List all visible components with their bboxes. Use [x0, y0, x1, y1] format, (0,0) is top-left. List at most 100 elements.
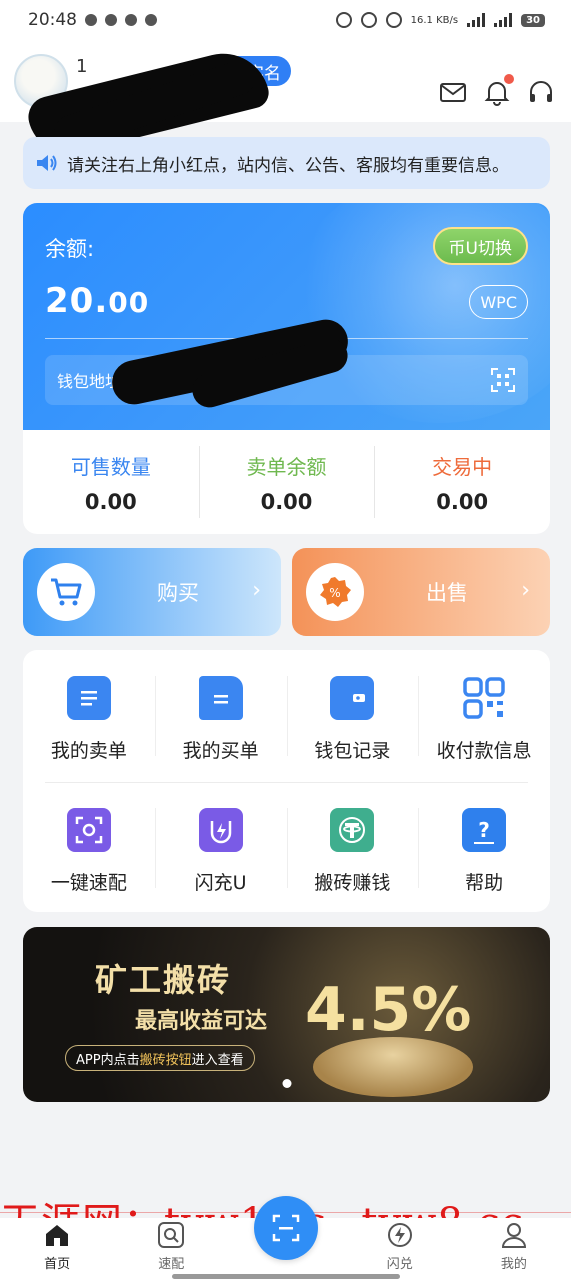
- app-icon: [105, 14, 117, 26]
- status-time: 20:48: [28, 10, 77, 30]
- chat-icon: [85, 14, 97, 26]
- pedestal-decoration: [313, 1037, 473, 1097]
- brick-earn-button[interactable]: 搬砖赚钱: [286, 800, 419, 920]
- grid-label: 我的卖单: [50, 740, 127, 762]
- feature-grid: 我的卖单 我的买单 钱包记录 收付款信息 一键速配 闪充U 搬砖赚钱 ? 帮助: [23, 650, 550, 912]
- net-speed: 16.1 KB/s: [410, 14, 459, 26]
- tab-label: 闪兑: [386, 1257, 413, 1272]
- flash-charge-button[interactable]: 闪充U: [154, 800, 287, 920]
- scan-center-icon: [272, 1214, 300, 1242]
- message-icon: [125, 14, 137, 26]
- divider: [45, 782, 528, 783]
- banner-rate: 4.5%: [305, 975, 472, 1045]
- balance-amount-main: 20.: [45, 281, 109, 321]
- svg-text:?: ?: [478, 818, 490, 842]
- stat-sell-balance[interactable]: 卖单余额 0.00: [198, 430, 375, 534]
- document-list-icon: [66, 676, 111, 720]
- flash-exchange-icon: [387, 1223, 412, 1247]
- user-icon: [501, 1223, 526, 1248]
- tab-mine[interactable]: 我的: [457, 1218, 571, 1280]
- cart-icon: [37, 563, 95, 621]
- mail-status-icon: [145, 14, 157, 26]
- currency-button[interactable]: WPC: [469, 285, 528, 319]
- tether-icon: [330, 808, 375, 852]
- grid-label: 搬砖赚钱: [314, 872, 391, 894]
- grid-label: 钱包记录: [314, 740, 391, 762]
- balance-amount-decimal: 00: [108, 286, 150, 319]
- my-buy-orders-button[interactable]: 我的买单: [154, 668, 287, 788]
- match-search-icon: [158, 1222, 185, 1248]
- home-indicator: [172, 1274, 400, 1279]
- notice-bar[interactable]: 请关注右上角小红点，站内信、公告、客服均有重要信息。: [23, 137, 550, 189]
- stats-row: 可售数量 0.00 卖单余额 0.00 交易中 0.00: [23, 430, 550, 534]
- balance-amount: 20.00: [45, 281, 149, 321]
- stat-trading[interactable]: 交易中 0.00: [374, 430, 550, 534]
- chevron-right-icon: ›: [252, 578, 261, 603]
- stat-label: 交易中: [432, 454, 493, 479]
- promo-banner[interactable]: 矿工搬砖 最高收益可达 4.5% APP内点击 搬砖按钮 进入查看: [23, 927, 550, 1102]
- carousel-dot[interactable]: [282, 1079, 291, 1088]
- quick-match-button[interactable]: 一键速配: [23, 800, 155, 920]
- moon-icon: [385, 12, 402, 28]
- balance-label: 余额:: [45, 237, 95, 261]
- mute-icon: [360, 12, 377, 28]
- user-header: 1 币 ✓ 已实名: [0, 40, 571, 163]
- notification-dot: [504, 74, 514, 84]
- headset-icon[interactable]: [527, 78, 555, 106]
- tab-label: 我的: [500, 1257, 527, 1272]
- qr-code-icon: [462, 676, 507, 720]
- grid-label: 帮助: [465, 872, 504, 894]
- signal-icon: [467, 13, 486, 27]
- banner-hint-suffix: 进入查看: [191, 1052, 244, 1068]
- stat-label: 卖单余额: [246, 454, 327, 479]
- coin-u-switch-button[interactable]: 币U切换: [432, 227, 528, 265]
- stat-sellable[interactable]: 可售数量 0.00: [23, 430, 199, 534]
- banner-hint-highlight: 搬砖按钮: [139, 1052, 192, 1068]
- grid-label: 收付款信息: [436, 740, 532, 762]
- scan-center-button[interactable]: [254, 1196, 318, 1260]
- buy-button[interactable]: 购买 ›: [23, 548, 281, 636]
- tab-match[interactable]: 速配: [114, 1218, 228, 1280]
- qr-scan-icon[interactable]: [490, 367, 516, 393]
- stat-value: 0.00: [436, 489, 489, 514]
- svg-text:%: %: [329, 586, 340, 600]
- tab-label: 速配: [158, 1257, 185, 1272]
- chevron-right-icon: ›: [521, 578, 530, 603]
- flash-shield-icon: [198, 808, 243, 852]
- sell-button[interactable]: % 出售 ›: [292, 548, 550, 636]
- username: 1: [76, 56, 88, 77]
- bell-icon[interactable]: [483, 74, 514, 106]
- discount-badge-icon: %: [306, 563, 364, 621]
- status-bar: 20:48 16.1 KB/s 30: [0, 0, 571, 40]
- speedometer-icon: [335, 12, 352, 28]
- help-icon: ?: [462, 808, 507, 852]
- tab-label: 首页: [44, 1257, 71, 1272]
- stat-value: 0.00: [84, 489, 137, 514]
- grid-label: 一键速配: [50, 872, 127, 894]
- banner-title: 矿工搬砖: [95, 961, 232, 999]
- grid-label: 我的买单: [182, 740, 259, 762]
- stat-label: 可售数量: [70, 454, 151, 479]
- balance-card: 余额: 20.00 币U切换 WPC 钱包地址: uow2: [23, 203, 550, 430]
- carousel-dots: [282, 1079, 291, 1088]
- battery-icon: 30: [521, 13, 545, 27]
- wallet-records-button[interactable]: 钱包记录: [286, 668, 419, 788]
- stat-value: 0.00: [260, 489, 313, 514]
- banner-hint: APP内点击 搬砖按钮 进入查看: [65, 1045, 255, 1071]
- banner-hint-prefix: APP内点击: [76, 1052, 140, 1068]
- grid-label: 闪充U: [194, 872, 247, 894]
- notice-text: 请关注右上角小红点，站内信、公告、客服均有重要信息。: [67, 155, 509, 176]
- help-button[interactable]: ? 帮助: [418, 800, 550, 920]
- tab-home[interactable]: 首页: [0, 1218, 114, 1280]
- wallet-icon: [330, 676, 375, 720]
- speaker-icon: [37, 155, 57, 171]
- my-sell-orders-button[interactable]: 我的卖单: [23, 668, 155, 788]
- mail-icon[interactable]: [439, 78, 467, 106]
- signal-icon-2: [494, 13, 513, 27]
- document-icon: [198, 676, 243, 720]
- banner-subtitle: 最高收益可达: [135, 1009, 268, 1034]
- tab-flash-exchange[interactable]: 闪兑: [343, 1218, 457, 1280]
- scan-icon: [66, 808, 111, 852]
- payment-info-button[interactable]: 收付款信息: [418, 668, 550, 788]
- home-icon: [46, 1225, 69, 1246]
